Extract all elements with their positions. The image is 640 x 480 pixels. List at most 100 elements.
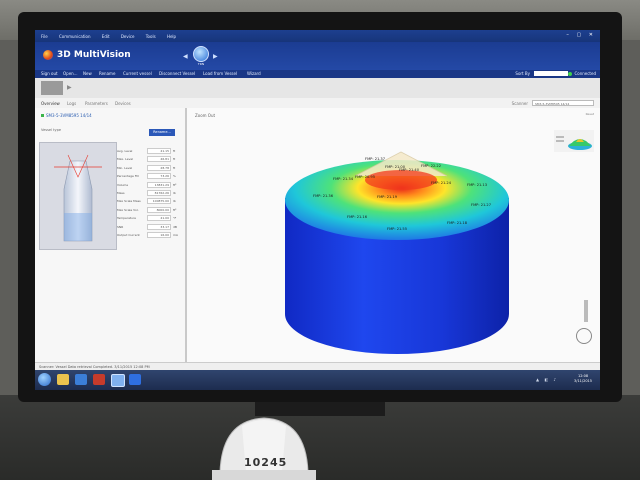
property-value: 41.15 (147, 148, 171, 154)
property-row: Percentage Fill 73.26% (117, 173, 183, 181)
ribbon-next-icon[interactable]: ▶ (67, 84, 72, 91)
vessel-thumbnail[interactable] (41, 81, 63, 95)
menu-tools[interactable]: Tools (140, 30, 160, 39)
property-label: Max Scale Vol. (117, 207, 139, 212)
property-value: 100875.00 (147, 198, 171, 205)
scanner-label: Scanner (511, 101, 528, 106)
menu-help[interactable]: Help (161, 30, 180, 39)
sign-out-button[interactable]: Sign out (41, 71, 58, 76)
sort-by-select[interactable] (534, 71, 568, 76)
fmp-point-label: FMP: 21.36 (313, 194, 334, 198)
fmp-point-label: FMP: 21.13 (467, 183, 487, 187)
fmp-point-label: FMP: 21.16 (347, 215, 368, 219)
fmp-point-label: FMP: 21.27 (471, 203, 491, 207)
property-label: Output Current (117, 232, 140, 237)
3d-surface-chart[interactable]: FMP: 21.37FMP: 21.00 FMP: 22.22FMP: 21.40… (187, 108, 600, 362)
new-button[interactable]: New (83, 71, 92, 76)
tab-bar: Overview Logs Parameters Devices Scanner… (35, 98, 600, 108)
vessel-schematic (39, 142, 117, 250)
property-row: Max Scale Vol. 8000.00 ft³ (117, 206, 183, 215)
rename-button[interactable]: Rename... (149, 129, 175, 136)
app-title: 3D MultiVision (57, 50, 131, 60)
rotate-compass-icon[interactable] (576, 328, 592, 344)
fmp-point-label: FMP: 21.55 (387, 227, 407, 231)
tab-parameters[interactable]: Parameters (85, 101, 108, 106)
property-label: Max Scale Mass (117, 199, 141, 204)
property-unit: ft (173, 165, 176, 170)
taskbar-clock[interactable]: 12:08 3/11/2015 (574, 374, 592, 384)
clock-date: 3/11/2015 (574, 379, 592, 383)
app-task-icon[interactable] (129, 374, 141, 385)
3d-view-panel: Zoom Out Reset FMP: 21.37 FMP: 21.00 FMP… (187, 108, 600, 362)
vessel-badge-icon[interactable] (193, 46, 209, 62)
property-label: Avg. Level (117, 149, 133, 153)
property-label: Min. Level (117, 165, 133, 170)
property-unit: °F (173, 216, 177, 221)
property-value: 33.17 (147, 223, 171, 230)
prev-vessel-icon[interactable]: ◀ (183, 53, 188, 60)
system-tray-icons[interactable]: ▲ ◧ ♪ (536, 377, 558, 382)
load-from-vessel-button[interactable]: Load from Vessel (203, 71, 237, 76)
rename-toolbar-button[interactable]: Rename (99, 71, 115, 76)
open-button[interactable]: Open... (63, 71, 78, 76)
tilt-slider[interactable] (584, 300, 588, 322)
fmp-point-label: FMP: 21.34 (333, 177, 354, 181)
property-table: Avg. Level 41.15 ft Max. Level 46.81 ft Min. L… (117, 148, 183, 240)
property-label: SNR (117, 224, 124, 229)
fmp-point-label: FMP: 21.37 (365, 157, 385, 161)
hardhat-number: 10245 (244, 456, 288, 469)
property-unit: % (173, 174, 176, 179)
vessel-badge-label: TRN (197, 62, 205, 66)
property-row: Max. Level 46.81 ft (117, 156, 183, 164)
menu-file[interactable]: File (35, 30, 52, 39)
fmp-point-label: FMP: 22.22 (421, 164, 441, 168)
peak-hotspot (365, 170, 437, 190)
wizard-button[interactable]: Wizard (247, 71, 261, 76)
property-value: 81762.26 (147, 189, 171, 196)
file-explorer-icon[interactable] (57, 374, 69, 385)
property-value: 8000.00 (147, 206, 171, 213)
fmp-point-label: FMP: 21.18 (447, 221, 468, 225)
disconnect-vessel-button[interactable]: Disconnect Vessel (159, 71, 195, 76)
property-label: Temperature (117, 216, 137, 221)
property-label: Mass (117, 190, 125, 195)
tab-devices[interactable]: Devices (115, 101, 131, 106)
fmp-point-label: FMP: 21.24 (431, 181, 452, 185)
vessel-properties-panel: SM3-5-3VM8595 14/14 Vessel type Rename..… (35, 108, 187, 362)
current-vessel-button[interactable]: Current vessel (123, 71, 152, 76)
app-header: 3D MultiVision ◀ TRN ▶ (35, 42, 600, 70)
hard-hat (212, 417, 316, 480)
property-row: Output Current 16.00 mA (117, 231, 183, 240)
browser-icon[interactable] (75, 374, 87, 385)
tab-logs[interactable]: Logs (67, 101, 76, 106)
property-label: Percentage Fill (117, 174, 139, 179)
tab-overview[interactable]: Overview (41, 101, 60, 106)
property-value: 73.26 (147, 173, 171, 180)
next-vessel-icon[interactable]: ▶ (213, 53, 218, 60)
scanner-select[interactable]: SM3-5-3VM8595 14/14 (532, 100, 594, 106)
property-row: Max Scale Mass 100875.00 lb (117, 198, 183, 206)
toolbar: Sign out Open... New Rename Current vess… (35, 70, 600, 78)
start-button-icon[interactable] (38, 373, 51, 386)
menu-device[interactable]: Device (115, 30, 139, 39)
property-row: Volume 13831.29 ft³ (117, 181, 183, 190)
property-label: Volume (117, 182, 129, 187)
menu-edit[interactable]: Edit (96, 30, 114, 39)
windows-taskbar: ▲ ◧ ♪ 12:08 3/11/2015 (35, 370, 600, 390)
property-unit: lb (173, 190, 176, 195)
property-unit: ft (173, 149, 176, 153)
property-row: Mass 81762.26 lb (117, 189, 183, 198)
multivision-task-icon[interactable] (111, 374, 125, 387)
vessel-name: SM3-5-3VM8595 14/14 (41, 113, 92, 118)
fmp-point-label: FMP: 20.95 (355, 175, 375, 179)
property-value: 13831.29 (147, 181, 171, 188)
menu-communication[interactable]: Communication (53, 30, 95, 39)
media-icon[interactable] (93, 374, 105, 385)
property-value: 41.00 (147, 215, 171, 222)
status-bar: Scanner: Vessel Data retrieval Completed… (35, 362, 600, 370)
property-unit: ft³ (173, 207, 177, 212)
property-row: Avg. Level 41.15 ft (117, 148, 183, 156)
property-unit: dB (173, 224, 177, 229)
property-value: 28.78 (147, 164, 171, 171)
window-controls[interactable]: – ▢ ✕ (566, 32, 596, 38)
